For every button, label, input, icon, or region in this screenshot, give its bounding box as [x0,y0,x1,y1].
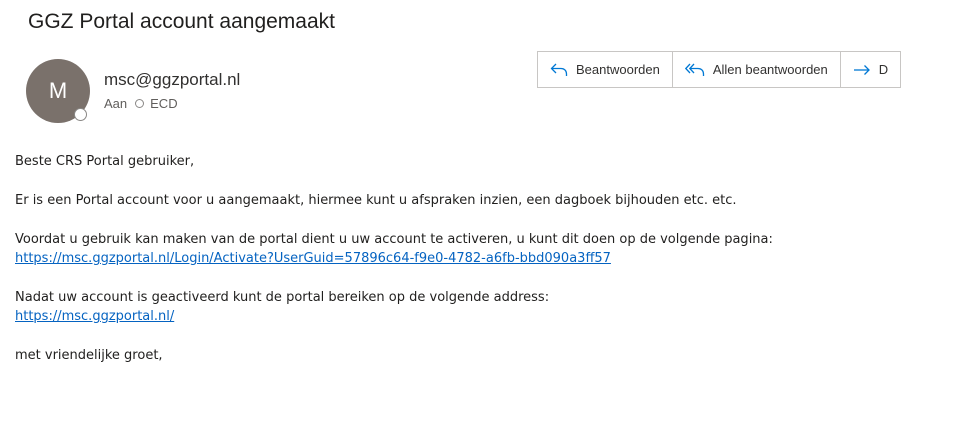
forward-arrow-icon [853,64,870,75]
email-subject: GGZ Portal account aangemaakt [28,10,335,33]
activation-instruction: Voordat u gebruik kan maken van de porta… [15,232,773,247]
recipient-presence-icon [135,99,145,108]
recipient-name[interactable]: ECD [150,96,177,111]
reply-label: Beantwoorden [576,62,660,77]
portal-instruction: Nadat uw account is geactiveerd kunt de … [15,290,550,305]
reply-icon [550,63,568,76]
reply-all-icon [684,63,704,76]
activation-link[interactable]: https://msc.ggzportal.nl/Login/Activate?… [15,251,611,266]
closing-text: met vriendelijke groet, [15,348,163,363]
avatar-initial: M [48,78,68,103]
to-label: Aan [104,96,128,111]
portal-link[interactable]: https://msc.ggzportal.nl/ [15,309,174,324]
sender-address[interactable]: msc@ggzportal.nl [104,70,240,90]
message-actions-toolbar: Beantwoorden Allen beantwoorden D [537,51,902,88]
presence-status-icon [74,108,87,121]
reply-all-label: Allen beantwoorden [712,62,828,77]
reply-button[interactable]: Beantwoorden [538,52,673,87]
recipient-line: Aan ECD [104,96,178,111]
greeting-text: Beste CRS Portal gebruiker, [15,154,195,169]
forward-label: D [878,62,889,77]
intro-paragraph: Er is een Portal account voor u aangemaa… [15,193,737,208]
reply-all-button[interactable]: Allen beantwoorden [673,52,841,87]
email-body: Beste CRS Portal gebruiker, Er is een Po… [15,152,955,365]
forward-button[interactable]: D [841,52,902,87]
